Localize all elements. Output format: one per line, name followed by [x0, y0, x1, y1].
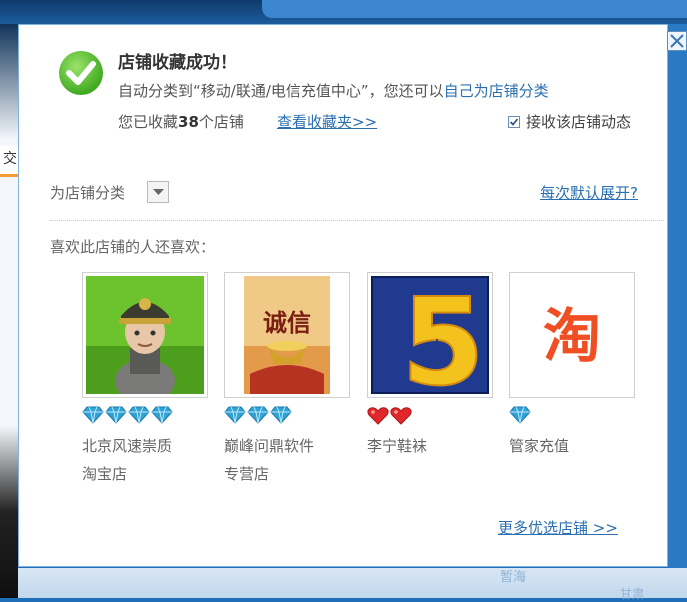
shop-name-line: 北京风速崇质	[82, 437, 173, 455]
also-like-heading: 喜欢此店铺的人还喜欢：	[50, 238, 216, 256]
favorite-count-suffix: 个店铺	[198, 113, 244, 131]
diamond-icon	[151, 406, 173, 428]
background-map-label: 甘肃	[620, 587, 645, 601]
favorite-count: 38	[178, 113, 199, 131]
heart-icon	[367, 406, 389, 430]
shop-image-text: 淘	[543, 302, 601, 370]
shop-thumbnail[interactable]	[82, 272, 208, 398]
diamond-icon	[270, 406, 292, 428]
recommended-shop[interactable]: 北京风速崇质 淘宝店	[82, 272, 208, 488]
shop-name-line: 淘宝店	[82, 465, 128, 483]
diamond-icon	[509, 406, 531, 428]
receive-updates-checkbox[interactable]	[508, 116, 520, 128]
shop-name-line: 专营店	[224, 465, 270, 483]
favorite-count-prefix: 您已收藏	[118, 113, 179, 131]
background-toolbar	[262, 0, 687, 18]
shop-name[interactable]: 李宁鞋袜	[367, 432, 493, 460]
recommended-shop[interactable]: 诚信 巅峰问鼎软件 专营店	[224, 272, 350, 488]
checkmark-icon	[509, 118, 519, 126]
diamond-icon	[247, 406, 269, 428]
diamond-icon	[105, 406, 127, 428]
shop-name-line: 管家充值	[509, 437, 570, 455]
shop-rank	[509, 406, 635, 426]
dialog-title: 店铺收藏成功！	[118, 53, 237, 73]
auto-category-message: 自动分类到“移动/联通/电信充值中心”，您还可以自己为店铺分类	[118, 80, 549, 101]
chevron-down-icon	[153, 189, 164, 195]
receive-updates-label: 接收该店铺动态	[526, 113, 632, 131]
shop-name[interactable]: 管家充值	[509, 432, 635, 460]
close-icon	[670, 34, 684, 48]
shop-name-line: 巅峰问鼎软件	[224, 437, 315, 455]
shop-name-line: 李宁鞋袜	[367, 437, 428, 455]
shop-thumbnail[interactable]: 诚信	[224, 272, 350, 398]
background-map-label: 暂海	[500, 570, 527, 585]
receive-updates-option[interactable]: 接收该店铺动态	[508, 111, 631, 132]
diamond-icon	[82, 406, 104, 428]
divider	[50, 220, 664, 221]
shop-rank	[367, 406, 493, 426]
shop-rank	[224, 406, 350, 426]
category-label: 为店铺分类	[50, 184, 126, 202]
favorite-count-message: 您已收藏38个店铺	[118, 111, 244, 132]
background-right-panel	[668, 24, 687, 568]
auto-category-text: 自动分类到“移动/联通/电信充值中心”，您还可以	[118, 82, 444, 100]
taobao-logo-image: 淘	[513, 276, 631, 394]
background-left-panel	[0, 24, 18, 598]
recommended-shop[interactable]: 淘 管家充值	[509, 272, 635, 460]
diamond-icon	[128, 406, 150, 428]
close-button[interactable]	[667, 31, 687, 51]
recommended-shop[interactable]: 5 李宁鞋袜	[367, 272, 493, 460]
more-shops-link[interactable]: 更多优选店铺 >>	[498, 517, 618, 538]
success-check-icon	[59, 51, 103, 95]
shop-rank	[82, 406, 208, 426]
diamond-icon	[224, 406, 246, 428]
shop-image-text: 诚信	[263, 308, 311, 337]
avatar-image	[86, 276, 204, 394]
expand-by-default-link[interactable]: 每次默认展开?	[540, 182, 638, 203]
self-categorize-link[interactable]: 自己为店铺分类	[444, 82, 549, 100]
view-favorites-link[interactable]: 查看收藏夹>>	[277, 111, 377, 132]
category-dropdown[interactable]	[147, 181, 169, 203]
background-map	[18, 568, 687, 598]
background-left-tab[interactable]: 交	[0, 146, 18, 177]
shop-image-text: 5	[401, 276, 485, 394]
integrity-logo-image: 诚信	[228, 276, 346, 394]
number-five-logo-image: 5	[371, 276, 489, 394]
shop-thumbnail[interactable]: 淘	[509, 272, 635, 398]
heart-icon	[390, 406, 412, 430]
shop-name[interactable]: 巅峰问鼎软件 专营店	[224, 432, 350, 488]
shop-name[interactable]: 北京风速崇质 淘宝店	[82, 432, 208, 488]
shop-thumbnail[interactable]: 5	[367, 272, 493, 398]
